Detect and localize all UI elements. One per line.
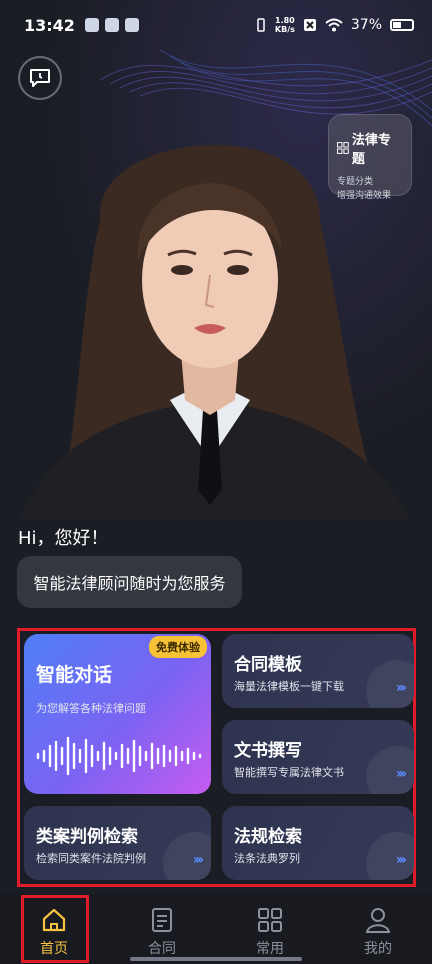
vibrate-icon xyxy=(257,18,265,32)
legal-topics-title: 法律专题 xyxy=(351,133,391,167)
nav-profile-label: 我的 xyxy=(364,941,392,957)
contract-template-subtitle: 海量法律模板一键下载 xyxy=(234,680,344,693)
grid-icon xyxy=(258,908,282,932)
nav-profile[interactable]: 我的 xyxy=(324,894,432,964)
battery-percent: 37% xyxy=(350,17,382,33)
network-speed: 1.80 KB/s xyxy=(274,16,295,34)
document-icon xyxy=(152,908,172,932)
document-writing-subtitle: 智能撰写专属法律文书 xyxy=(234,766,344,779)
greeting-text: Hi，您好！ xyxy=(18,528,109,549)
voice-wave-icon xyxy=(36,736,202,776)
user-icon xyxy=(365,908,391,933)
chat-bubble-icon xyxy=(30,69,50,87)
case-search-card[interactable]: 类案判例检索 检索同类案件法院判例 ››› xyxy=(24,806,211,880)
legal-topics-line2: 增强沟通效果 xyxy=(337,191,392,201)
chat-history-button[interactable] xyxy=(18,56,62,100)
smart-chat-title: 智能对话 xyxy=(36,664,113,686)
hero-area xyxy=(0,0,432,520)
chevrons-right-icon: ››› xyxy=(395,680,407,696)
battery-icon xyxy=(390,19,414,31)
feature-grid: 免费体验 智能对话 为您解答各种法律问题 合同模板 海量法律模板一键下载 ›››… xyxy=(17,628,416,887)
chevrons-right-icon: ››› xyxy=(395,852,407,868)
app-notification-icon xyxy=(124,18,139,32)
active-tab-highlight xyxy=(21,895,89,963)
chevrons-right-icon: ››› xyxy=(192,852,204,868)
law-search-subtitle: 法条法典罗列 xyxy=(234,852,300,865)
nav-common[interactable]: 常用 xyxy=(216,894,324,964)
status-time: 13:42 xyxy=(24,15,75,35)
grid-icon xyxy=(337,142,349,154)
legal-topics-line1: 专题分类 xyxy=(337,177,374,187)
smart-chat-subtitle: 为您解答各种法律问题 xyxy=(36,702,146,715)
nav-common-label: 常用 xyxy=(256,941,284,957)
document-writing-title: 文书撰写 xyxy=(234,741,302,761)
law-search-title: 法规检索 xyxy=(234,827,302,847)
status-bar: 13:42 1.80 KB/s 37% xyxy=(0,0,432,50)
legal-topics-card[interactable]: 法律专题 专题分类 增强沟通效果 xyxy=(328,114,412,201)
nav-contract-label: 合同 xyxy=(148,941,176,957)
notification-icons xyxy=(84,18,139,32)
case-search-title: 类案判例检索 xyxy=(36,827,138,847)
case-search-subtitle: 检索同类案件法院判例 xyxy=(36,852,146,865)
law-search-card[interactable]: 法规检索 法条法典罗列 ››› xyxy=(222,806,414,880)
app-notification-icon xyxy=(104,18,119,32)
nav-contract[interactable]: 合同 xyxy=(108,894,216,964)
intro-bubble: 智能法律顾问随时为您服务 xyxy=(17,556,242,608)
document-writing-card[interactable]: 文书撰写 智能撰写专属法律文书 ››› xyxy=(222,720,414,794)
smart-chat-card[interactable]: 免费体验 智能对话 为您解答各种法律问题 xyxy=(24,634,211,794)
sim-icon xyxy=(303,19,316,31)
app-notification-icon xyxy=(84,18,99,32)
home-indicator[interactable] xyxy=(130,957,302,961)
free-trial-badge: 免费体验 xyxy=(149,636,207,658)
contract-template-title: 合同模板 xyxy=(234,655,302,675)
contract-template-card[interactable]: 合同模板 海量法律模板一键下载 ››› xyxy=(222,634,414,708)
chevrons-right-icon: ››› xyxy=(395,766,407,782)
wifi-icon xyxy=(325,18,343,32)
